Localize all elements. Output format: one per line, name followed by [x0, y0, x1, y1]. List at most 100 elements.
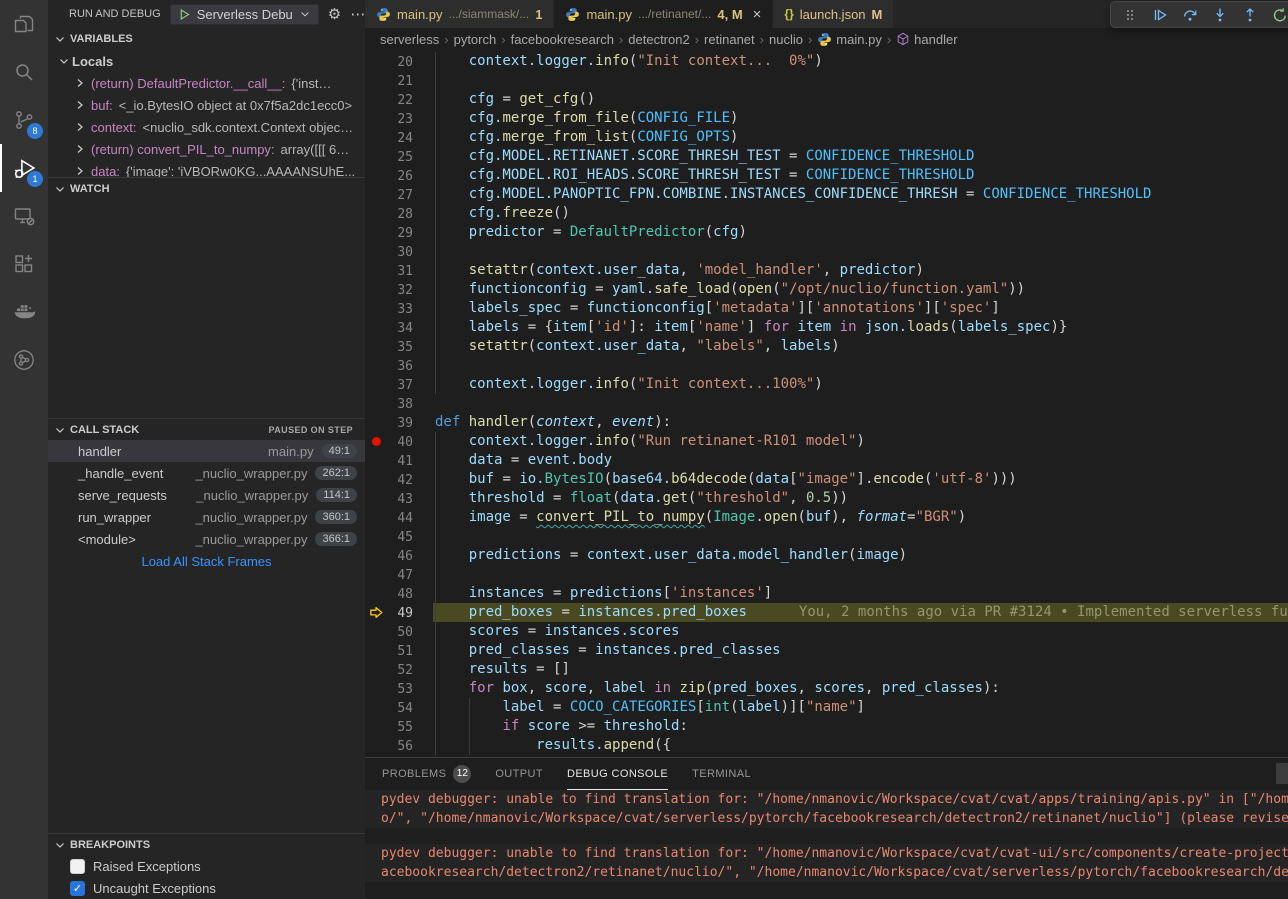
gutter[interactable]	[365, 128, 387, 147]
line-number[interactable]: 50	[387, 622, 413, 641]
breakpoint-icon[interactable]	[365, 432, 387, 451]
breadcrumb-item[interactable]: serverless	[380, 32, 439, 47]
code-line[interactable]: 27 cfg.MODEL.PANOPTIC_FPN.COMBINE.INSTAN…	[365, 185, 1288, 204]
line-number[interactable]: 56	[387, 736, 413, 755]
code-line[interactable]: 34 labels = {item['id']: item['name'] fo…	[365, 318, 1288, 337]
line-number[interactable]: 38	[387, 394, 413, 413]
gutter[interactable]	[365, 52, 387, 71]
drag-grip-icon[interactable]	[1116, 3, 1143, 27]
code-line[interactable]: 47	[365, 565, 1288, 584]
breakpoints-section-header[interactable]: BREAKPOINTS	[48, 833, 365, 855]
panel-tab-problems[interactable]: PROBLEMS12	[382, 758, 471, 790]
line-number[interactable]: 44	[387, 508, 413, 527]
gutter[interactable]	[365, 318, 387, 337]
gutter[interactable]	[365, 527, 387, 546]
gutter[interactable]	[365, 223, 387, 242]
line-number[interactable]: 37	[387, 375, 413, 394]
gutter[interactable]	[365, 71, 387, 90]
variable-row[interactable]: data:{'image': 'iVBORw0KG...AAAANSUhE...	[48, 160, 365, 177]
code-line[interactable]: 55 if score >= threshold:	[365, 717, 1288, 736]
code-line[interactable]: 40 context.logger.info("Run retinanet-R1…	[365, 432, 1288, 451]
variable-row[interactable]: (return) DefaultPredictor.__call__:{'ins…	[48, 72, 365, 94]
gutter[interactable]	[365, 280, 387, 299]
code-line[interactable]: 22 cfg = get_cfg()	[365, 90, 1288, 109]
stack-frame-row[interactable]: run_wrapper_nuclio_wrapper.py360:1	[48, 506, 365, 528]
close-icon[interactable]: ×	[753, 6, 762, 23]
gutter[interactable]	[365, 166, 387, 185]
call-stack-section-header[interactable]: CALL STACK PAUSED ON STEP	[48, 418, 365, 440]
code-line[interactable]: 56 results.append({	[365, 736, 1288, 755]
gutter[interactable]	[365, 185, 387, 204]
step-into-icon[interactable]	[1206, 3, 1233, 27]
code-line[interactable]: 28 cfg.freeze()	[365, 204, 1288, 223]
line-number[interactable]: 28	[387, 204, 413, 223]
line-number[interactable]: 51	[387, 641, 413, 660]
editor-tab[interactable]: {}launch.jsonM	[773, 0, 893, 28]
breadcrumb-item[interactable]: facebookresearch	[511, 32, 614, 47]
stack-frame-row[interactable]: handlermain.py49:1	[48, 440, 365, 462]
line-number[interactable]: 31	[387, 261, 413, 280]
code-line[interactable]: 46 predictions = context.user_data.model…	[365, 546, 1288, 565]
line-number[interactable]: 35	[387, 337, 413, 356]
line-number[interactable]: 40	[387, 432, 413, 451]
restart-icon[interactable]	[1266, 3, 1288, 27]
line-number[interactable]: 26	[387, 166, 413, 185]
continue-icon[interactable]	[1146, 3, 1173, 27]
gear-icon[interactable]: ⚙	[328, 7, 341, 22]
line-number[interactable]: 55	[387, 717, 413, 736]
line-number[interactable]: 47	[387, 565, 413, 584]
line-number[interactable]: 32	[387, 280, 413, 299]
gutter[interactable]	[365, 679, 387, 698]
code-line[interactable]: 54 label = COCO_CATEGORIES[int(label)]["…	[365, 698, 1288, 717]
gutter[interactable]	[365, 584, 387, 603]
line-number[interactable]: 39	[387, 413, 413, 432]
code-line[interactable]: 41 data = event.body	[365, 451, 1288, 470]
debug-console-output[interactable]: pydev debugger: unable to find translati…	[365, 790, 1288, 899]
variable-row[interactable]: context:<nuclio_sdk.context.Context obje…	[48, 116, 365, 138]
code-line[interactable]: 51 pred_classes = instances.pred_classes	[365, 641, 1288, 660]
breadcrumb-item[interactable]: handler	[896, 32, 957, 47]
gutter[interactable]	[365, 242, 387, 261]
code-line[interactable]: 25 cfg.MODEL.RETINANET.SCORE_THRESH_TEST…	[365, 147, 1288, 166]
code-line[interactable]: 30	[365, 242, 1288, 261]
breadcrumb-item[interactable]: nuclio	[769, 32, 803, 47]
variable-row[interactable]: (return) convert_PIL_to_numpy:array([[[ …	[48, 138, 365, 160]
line-number[interactable]: 21	[387, 71, 413, 90]
stack-frame-row[interactable]: <module>_nuclio_wrapper.py366:1	[48, 528, 365, 550]
line-number[interactable]: 43	[387, 489, 413, 508]
variables-scope-row[interactable]: Locals	[48, 50, 365, 72]
line-number[interactable]: 48	[387, 584, 413, 603]
gutter[interactable]	[365, 413, 387, 432]
code-line[interactable]: 49 pred_boxes = instances.pred_boxesYou,…	[365, 603, 1288, 622]
gutter[interactable]	[365, 489, 387, 508]
gutter[interactable]	[365, 565, 387, 584]
code-editor[interactable]: 20 context.logger.info("Init context... …	[365, 50, 1288, 757]
gutter[interactable]	[365, 337, 387, 356]
line-number[interactable]: 27	[387, 185, 413, 204]
stack-frame-row[interactable]: serve_requests_nuclio_wrapper.py114:1	[48, 484, 365, 506]
gutter[interactable]	[365, 470, 387, 489]
run-and-debug-icon[interactable]: 1	[0, 144, 48, 192]
line-number[interactable]: 46	[387, 546, 413, 565]
code-line[interactable]: 24 cfg.merge_from_list(CONFIG_OPTS)	[365, 128, 1288, 147]
gutter[interactable]	[365, 109, 387, 128]
gutter[interactable]	[365, 394, 387, 413]
code-line[interactable]: 23 cfg.merge_from_file(CONFIG_FILE)	[365, 109, 1288, 128]
variables-section-header[interactable]: VARIABLES	[48, 28, 365, 50]
breakpoint-row[interactable]: Raised Exceptions	[48, 855, 365, 877]
extensions-icon[interactable]	[0, 240, 48, 288]
code-line[interactable]: 32 functionconfig = yaml.safe_load(open(…	[365, 280, 1288, 299]
source-control-icon[interactable]: 8	[0, 96, 48, 144]
code-line[interactable]: 53 for box, score, label in zip(pred_box…	[365, 679, 1288, 698]
code-line[interactable]: 48 instances = predictions['instances']	[365, 584, 1288, 603]
gutter[interactable]	[365, 508, 387, 527]
code-line[interactable]: 43 threshold = float(data.get("threshold…	[365, 489, 1288, 508]
gutter[interactable]	[365, 546, 387, 565]
code-line[interactable]: 33 labels_spec = functionconfig['metadat…	[365, 299, 1288, 318]
load-all-stack-frames-link[interactable]: Load All Stack Frames	[48, 550, 365, 572]
gutter[interactable]	[365, 375, 387, 394]
gutter[interactable]	[365, 90, 387, 109]
breadcrumb-item[interactable]: pytorch	[454, 32, 497, 47]
panel-tab-terminal[interactable]: TERMINAL	[692, 758, 751, 790]
breadcrumb-item[interactable]: retinanet	[704, 32, 755, 47]
